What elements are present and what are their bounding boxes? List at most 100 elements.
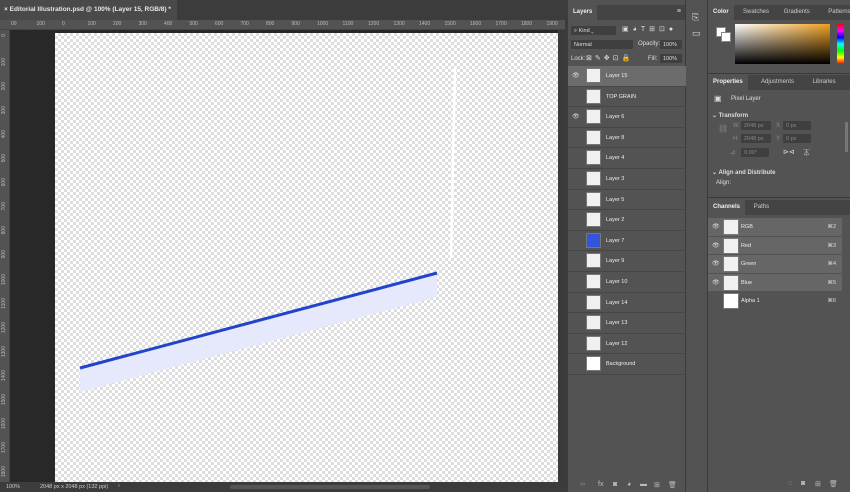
layer-row[interactable]: Layer 4 xyxy=(568,148,686,169)
transform-section-title[interactable]: ⌄ Transform xyxy=(712,112,748,119)
vertical-scrollbar[interactable] xyxy=(558,30,565,482)
flip-vertical-icon[interactable]: ⏄ xyxy=(803,148,810,158)
hue-slider[interactable] xyxy=(837,24,844,64)
filter-type-icons[interactable]: ▣◕T⊞⊡● xyxy=(622,25,677,33)
layer-row[interactable]: Background xyxy=(568,354,686,375)
artwork-overlay xyxy=(79,67,457,392)
layer-row[interactable]: 👁 Layer 15 xyxy=(568,66,686,87)
layer-row[interactable]: Layer 3 xyxy=(568,169,686,190)
width-input[interactable]: 2048 px xyxy=(741,121,771,130)
tab-color[interactable]: Color xyxy=(708,5,734,20)
layer-row[interactable]: 👁 Layer 6 xyxy=(568,107,686,128)
comments-icon[interactable]: ▭ xyxy=(692,28,701,39)
history-icon[interactable]: ⎘ xyxy=(692,12,699,23)
channel-row[interactable]: Alpha 1 ⌘6 xyxy=(708,292,842,311)
tab-swatches[interactable]: Swatches xyxy=(738,5,774,20)
link-dimensions-icon[interactable]: ⛓ xyxy=(718,124,728,133)
channel-thumbnail xyxy=(723,219,739,235)
adjustment-layer-icon[interactable]: ◕ xyxy=(627,481,631,488)
save-selection-icon[interactable]: ◙ xyxy=(801,480,805,487)
new-layer-icon[interactable]: ⊞ xyxy=(654,481,660,489)
filter-kind-select[interactable]: ⌕ Kind ⌄ xyxy=(571,26,616,35)
channel-shortcut: ⌘6 xyxy=(827,298,836,305)
tab-paths[interactable]: Paths xyxy=(749,200,774,215)
tab-properties[interactable]: Properties xyxy=(708,75,748,90)
height-input[interactable]: 2048 px xyxy=(741,134,771,143)
fill-input[interactable]: 100% xyxy=(660,54,682,63)
lock-icons[interactable]: ⊠✎✥⊡🔒 xyxy=(586,54,633,62)
layer-row[interactable]: TOP GRAIN xyxy=(568,87,686,108)
link-layers-icon[interactable]: ∞ xyxy=(580,481,585,488)
new-channel-icon[interactable]: ⊞ xyxy=(815,480,821,488)
eye-visibility-icon[interactable]: 👁 xyxy=(572,72,580,80)
opacity-input[interactable]: 100% xyxy=(660,40,682,49)
layer-name: Layer 4 xyxy=(606,155,625,162)
background-color-swatch[interactable] xyxy=(721,32,731,42)
eye-visibility-icon[interactable]: 👁 xyxy=(712,260,720,268)
layer-thumbnail xyxy=(586,171,601,186)
channel-row[interactable]: 👁 Green ⌘4 xyxy=(708,255,842,274)
add-mask-icon[interactable]: ◙ xyxy=(613,481,617,488)
layer-row[interactable]: Layer 2 xyxy=(568,210,686,231)
trash-icon[interactable]: 🗑 xyxy=(668,481,677,489)
channel-thumbnail xyxy=(723,293,739,310)
layer-name: Layer 8 xyxy=(606,134,625,141)
blend-mode-select[interactable]: Normal xyxy=(571,40,633,49)
y-input[interactable]: 0 px xyxy=(783,134,811,143)
eye-visibility-icon[interactable]: 👁 xyxy=(712,223,720,231)
panel-menu-icon[interactable]: ≡ xyxy=(677,8,681,15)
x-input[interactable]: 0 px xyxy=(783,121,811,130)
layer-thumbnail xyxy=(586,212,601,228)
tab-libraries[interactable]: Libraries xyxy=(808,75,841,90)
layer-row[interactable]: Layer 12 xyxy=(568,334,686,355)
layer-row[interactable]: Layer 7 xyxy=(568,231,686,252)
layer-row[interactable]: Layer 5 xyxy=(568,190,686,211)
channel-row[interactable]: 👁 Red ⌘3 xyxy=(708,236,842,256)
layer-row[interactable]: Layer 8 xyxy=(568,128,686,149)
white-vertical-line xyxy=(449,67,457,259)
layer-thumbnail xyxy=(586,253,601,269)
layer-row[interactable]: Layer 14 xyxy=(568,293,686,314)
layer-row[interactable]: Layer 9 xyxy=(568,251,686,272)
tab-gradients[interactable]: Gradients xyxy=(779,5,815,20)
layer-name: Layer 5 xyxy=(606,196,625,203)
tab-layers[interactable]: Layers xyxy=(568,5,598,20)
channel-shortcut: ⌘4 xyxy=(827,261,836,268)
align-title: Align and Distribute xyxy=(718,170,776,176)
angle-input[interactable]: 0.00° xyxy=(741,148,769,157)
fill-value: 100% xyxy=(663,55,678,62)
fx-icon[interactable]: fx xyxy=(598,481,603,488)
channel-shortcut: ⌘3 xyxy=(827,242,836,249)
flip-horizontal-icon[interactable]: ⊳⊲ xyxy=(783,148,795,156)
eye-visibility-icon[interactable]: 👁 xyxy=(572,113,580,121)
properties-scrollbar[interactable] xyxy=(845,122,848,152)
tab-patterns[interactable]: Patterns xyxy=(823,5,850,20)
channel-thumbnail xyxy=(723,256,739,273)
channel-row[interactable]: 👁 Blue ⌘5 xyxy=(708,273,842,293)
search-icon: ⌕ xyxy=(574,27,578,34)
blue-stroke-line xyxy=(79,271,438,370)
tab-adjustments[interactable]: Adjustments xyxy=(756,75,799,90)
layer-thumbnail xyxy=(586,150,601,166)
align-label: Align: xyxy=(716,180,732,186)
group-folder-icon[interactable]: ▬ xyxy=(640,481,647,488)
tab-channels[interactable]: Channels xyxy=(708,200,746,215)
layer-row[interactable]: Layer 13 xyxy=(568,313,686,334)
eye-visibility-icon[interactable]: 👁 xyxy=(712,242,720,250)
width-value: 2048 px xyxy=(744,122,764,129)
color-field[interactable] xyxy=(735,24,830,64)
status-menu-arrow[interactable]: › xyxy=(118,483,120,489)
channel-name: Alpha 1 xyxy=(741,298,760,305)
layers-panel: Layers ≡ ⌕ Kind ⌄ ▣◕T⊞⊡● Normal Opacity:… xyxy=(568,0,686,492)
layer-name: Layer 7 xyxy=(606,237,625,244)
layer-thumbnail xyxy=(586,232,601,248)
horizontal-scrollbar[interactable] xyxy=(230,485,430,489)
layer-name: Layer 9 xyxy=(606,258,625,265)
layer-row[interactable]: Layer 10 xyxy=(568,272,686,293)
channel-row[interactable]: 👁 RGB ⌘2 xyxy=(708,218,842,237)
delete-channel-icon[interactable]: 🗑 xyxy=(829,480,838,488)
align-section-title[interactable]: ⌄ Align and Distribute xyxy=(712,169,775,176)
load-selection-icon[interactable]: ◌ xyxy=(788,480,792,487)
eye-visibility-icon[interactable]: 👁 xyxy=(712,279,720,287)
zoom-level[interactable]: 100% xyxy=(6,484,20,490)
